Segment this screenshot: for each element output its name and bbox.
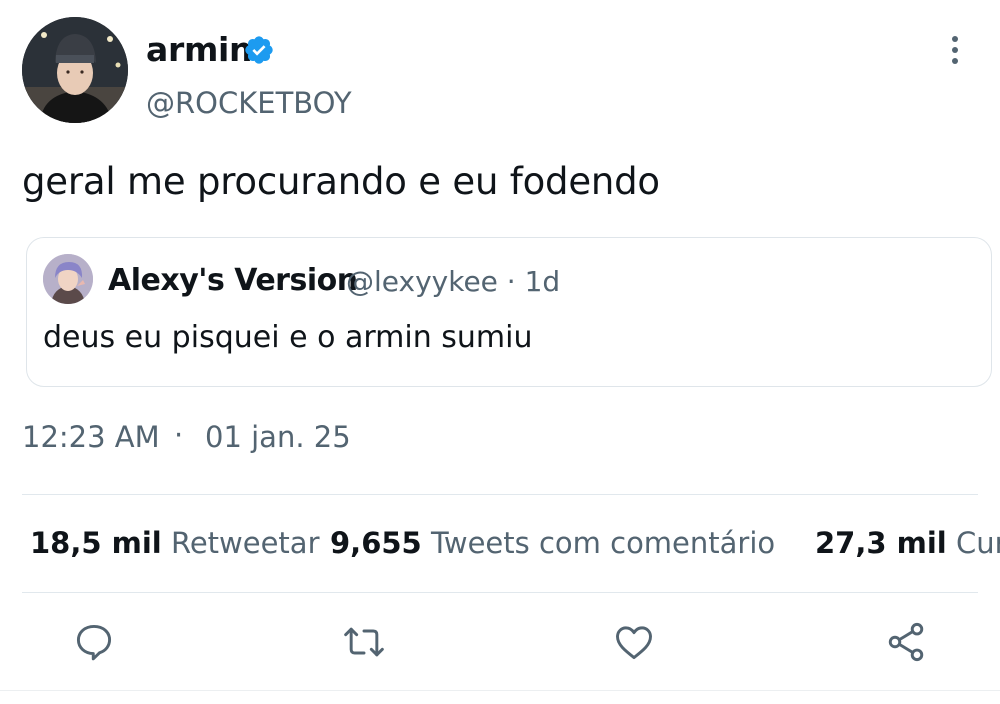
quoted-tweet-text: deus eu pisquei e o armin sumiu: [43, 320, 533, 355]
like-icon: [616, 626, 652, 660]
retweets-stat[interactable]: 18,5 mil Retweetar: [30, 526, 320, 560]
retweets-label: Retweetar: [170, 526, 320, 560]
reply-button[interactable]: [72, 620, 116, 664]
divider-bottom: [22, 592, 978, 593]
reply-icon: [76, 624, 112, 661]
share-icon: [888, 622, 924, 662]
tweet-date[interactable]: 01 jan. 25: [205, 420, 351, 454]
author-avatar[interactable]: [22, 17, 128, 123]
likes-count: 27,3 mil: [815, 526, 947, 560]
quoted-author-avatar[interactable]: [43, 254, 93, 304]
author-display-name[interactable]: armin: [146, 30, 253, 69]
more-options-icon[interactable]: [940, 36, 970, 70]
quoted-avatar-photo: [43, 254, 93, 304]
divider-top: [22, 494, 978, 495]
likes-label: Curtidas: [955, 526, 1000, 560]
quote-tweets-label: Tweets com comentário: [430, 526, 776, 560]
tweet-text: geral me procurando e eu fodendo: [22, 160, 660, 203]
bottom-border: [0, 690, 1000, 691]
likes-stat[interactable]: 27,3 mil Curtidas: [815, 526, 1000, 560]
quoted-tweet-card[interactable]: [26, 237, 992, 387]
retweet-icon: [344, 627, 384, 657]
quoted-author-handle-time: @lexyykee · 1d: [346, 265, 561, 298]
retweet-button[interactable]: [342, 620, 386, 664]
quoted-author-name[interactable]: Alexy's Version: [108, 263, 358, 298]
avatar-photo: [22, 17, 128, 123]
tweet-time[interactable]: 12:23 AM: [22, 420, 160, 454]
verified-badge-icon: [245, 36, 273, 64]
share-button[interactable]: [884, 620, 928, 664]
author-handle[interactable]: @ROCKETBOY: [146, 86, 352, 120]
quote-tweets-stat[interactable]: 9,655 Tweets com comentário: [330, 526, 775, 560]
timestamp-separator: ·: [174, 418, 184, 452]
quote-tweets-count: 9,655: [330, 526, 422, 560]
engagement-stats: 18,5 mil Retweetar 9,655 Tweets com come…: [30, 526, 1000, 570]
retweets-count: 18,5 mil: [30, 526, 162, 560]
like-button[interactable]: [612, 620, 656, 664]
